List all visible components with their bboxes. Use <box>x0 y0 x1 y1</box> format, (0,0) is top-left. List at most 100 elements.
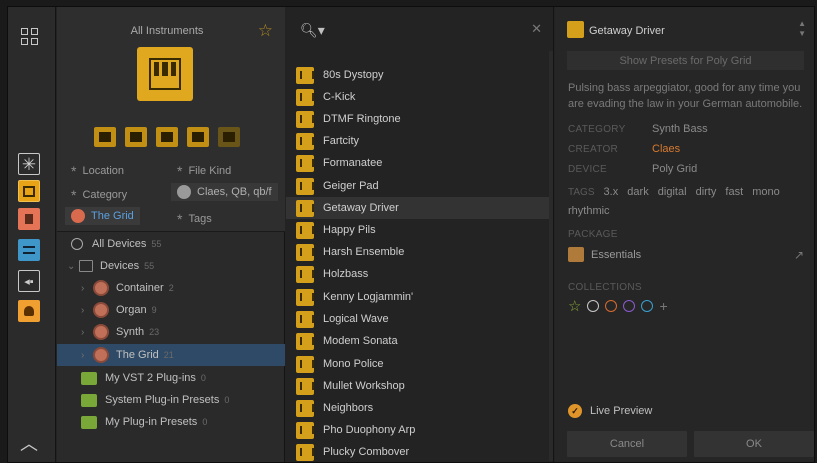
result-label: Happy Pils <box>323 224 376 236</box>
live-preview-toggle[interactable]: ✓ Live Preview <box>568 404 652 418</box>
tree-item-the-grid[interactable]: › The Grid 21 <box>57 344 285 366</box>
tree-item-count: 21 <box>163 350 174 360</box>
chevron-right-icon: › <box>81 282 85 294</box>
search-icon[interactable]: 🔍︎▾ <box>300 22 325 39</box>
ok-button[interactable]: OK <box>694 431 814 457</box>
note-fx-button[interactable] <box>18 239 40 261</box>
result-item[interactable]: Logical Wave <box>286 308 550 330</box>
type-filter-keys[interactable] <box>94 127 116 147</box>
result-label: Mono Police <box>323 358 384 370</box>
result-label: Getaway Driver <box>323 202 399 214</box>
type-filter-panel[interactable] <box>156 127 178 147</box>
result-item[interactable]: DTMF Ringtone <box>286 108 550 130</box>
creator-filter[interactable]: Claes, QB, qb/f <box>171 183 278 201</box>
result-label: Formanatee <box>323 157 383 169</box>
tag[interactable]: fast <box>725 186 743 198</box>
tag[interactable]: mono <box>752 186 780 198</box>
audio-fx-button[interactable] <box>18 208 40 230</box>
result-item[interactable]: Geiger Pad <box>286 175 550 197</box>
tree-item-vst2[interactable]: My VST 2 Plug-ins 0 <box>57 367 285 389</box>
collection-dot-orange[interactable] <box>605 300 618 312</box>
tags-meta-label: TAGS <box>568 187 595 198</box>
collection-dot-white[interactable] <box>587 300 600 312</box>
instrument-preset-icon <box>296 66 314 84</box>
result-item[interactable]: Fartcity <box>286 130 550 152</box>
plugins-button[interactable]: ◂▪ <box>18 270 40 292</box>
tree-item-organ[interactable]: › Organ 9 <box>57 299 285 321</box>
device-folder-icon <box>79 260 93 272</box>
file-kind-filter[interactable]: * File Kind <box>177 163 231 179</box>
tag[interactable]: 3.x <box>604 186 619 198</box>
chevron-right-icon: › <box>81 304 85 316</box>
tree-item-label: Container <box>116 282 164 294</box>
show-presets-button[interactable]: Show Presets for Poly Grid <box>567 51 804 70</box>
tag[interactable]: digital <box>658 186 687 198</box>
plus-icon[interactable]: + <box>659 298 667 314</box>
category-filter[interactable]: * Category <box>71 187 127 203</box>
tree-item-container[interactable]: › Container 2 <box>57 277 285 299</box>
location-label: Location <box>82 165 125 177</box>
favorites-star-button[interactable]: ✳ <box>18 153 40 175</box>
star-icon[interactable]: ☆ <box>568 297 581 315</box>
folder-icon <box>81 415 97 429</box>
search-bar[interactable]: 🔍︎▾ ✕ <box>286 7 554 51</box>
category-meta-value: Synth Bass <box>652 123 708 135</box>
external-link-icon[interactable]: ↗ <box>794 248 804 262</box>
result-label: Holzbass <box>323 268 369 280</box>
instrument-preset-icon <box>296 443 314 461</box>
result-item[interactable]: Holzbass <box>286 263 550 285</box>
type-filter-clef[interactable] <box>125 127 147 147</box>
tree-item-all-devices[interactable]: All Devices 55 <box>57 233 285 255</box>
result-item[interactable]: Mullet Workshop <box>286 375 550 397</box>
user-library-button[interactable] <box>18 300 40 322</box>
result-item[interactable]: Modem Sonata <box>286 330 550 352</box>
chevron-right-icon: › <box>81 349 85 361</box>
result-item[interactable]: Harsh Ensemble <box>286 241 550 263</box>
result-item[interactable]: Kenny Logjammin' <box>286 286 550 308</box>
result-item-selected[interactable]: Getaway Driver <box>286 197 550 219</box>
instruments-button[interactable] <box>18 180 40 202</box>
location-filter[interactable]: * Location <box>71 163 124 179</box>
tag[interactable]: rhythmic <box>568 205 610 217</box>
type-filter-keyboard[interactable] <box>187 127 209 147</box>
tree-item-system-presets[interactable]: System Plug-in Presets 0 <box>57 389 285 411</box>
tree-item-devices[interactable]: ⌄ Devices 55 <box>57 255 285 277</box>
result-item[interactable]: Neighbors <box>286 397 550 419</box>
instrument-preset-icon <box>296 288 314 306</box>
up-down-arrows-icon[interactable]: ▲ ▼ <box>798 19 806 39</box>
tags-filter[interactable]: * Tags <box>177 211 212 227</box>
result-item[interactable]: 80s Dystopy <box>286 64 550 86</box>
creator-meta-label: CREATOR <box>568 144 619 155</box>
close-icon[interactable]: ✕ <box>531 21 542 37</box>
result-item[interactable]: C-Kick <box>286 86 550 108</box>
result-label: Pho Duophony Arp <box>323 424 416 436</box>
results-panel: 🔍︎▾ ✕ 80s Dystopy C-Kick DTMF Ringtone F… <box>286 7 554 462</box>
result-label: 80s Dystopy <box>323 69 384 81</box>
device-filter[interactable]: The Grid <box>65 207 140 225</box>
result-item[interactable]: Happy Pils <box>286 219 550 241</box>
type-filter-dots[interactable] <box>218 127 240 147</box>
result-item[interactable]: Mono Police <box>286 353 550 375</box>
results-scrollbar[interactable] <box>549 51 553 461</box>
cancel-button[interactable]: Cancel <box>567 431 687 457</box>
result-label: Geiger Pad <box>323 180 379 192</box>
grid-view-button[interactable] <box>18 25 40 47</box>
result-item[interactable]: Plucky Combover <box>286 441 550 463</box>
tree-item-synth[interactable]: › Synth 23 <box>57 321 285 343</box>
collection-dot-purple[interactable] <box>623 300 636 312</box>
tag[interactable]: dirty <box>696 186 717 198</box>
creator-meta-value[interactable]: Claes <box>652 143 680 155</box>
tag[interactable]: dark <box>627 186 648 198</box>
star-icon[interactable]: ☆ <box>258 21 273 41</box>
result-item[interactable]: Formanatee <box>286 152 550 174</box>
collections-row: ☆ + <box>568 297 668 315</box>
tree-item-my-presets[interactable]: My Plug-in Presets 0 <box>57 411 285 433</box>
piano-icon <box>149 58 181 90</box>
instrument-preset-icon <box>296 88 314 106</box>
result-item[interactable]: Pho Duophony Arp <box>286 419 550 441</box>
user-icon <box>24 306 34 316</box>
collapse-up-button[interactable]: ︿ <box>18 432 40 454</box>
collection-dot-blue[interactable] <box>641 300 654 312</box>
device-filter-value: The Grid <box>91 210 134 222</box>
instrument-preset-icon <box>296 243 314 261</box>
